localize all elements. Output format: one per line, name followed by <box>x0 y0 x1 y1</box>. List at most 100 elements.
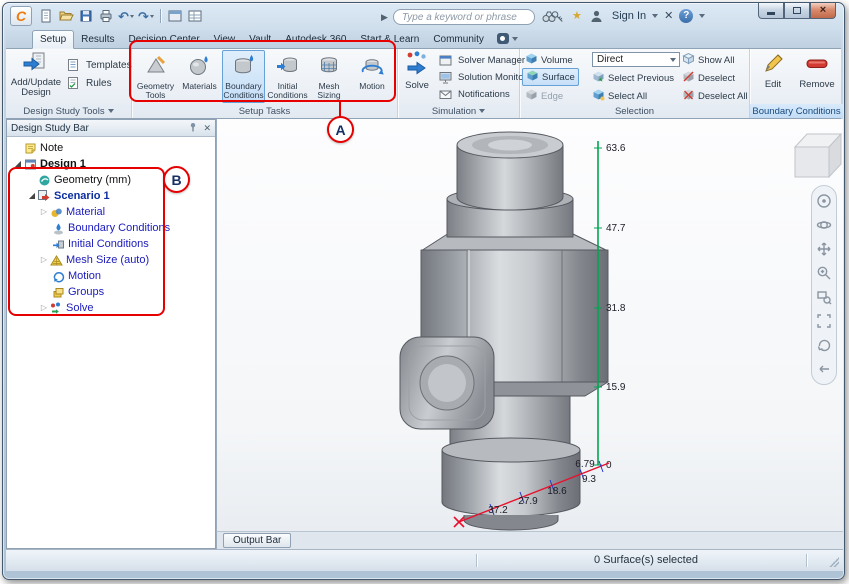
close-panel-icon[interactable]: ✕ <box>203 123 211 133</box>
maximize-button[interactable] <box>784 3 810 19</box>
tab-setup[interactable]: Setup <box>32 30 75 49</box>
open-icon[interactable] <box>57 7 75 25</box>
note-icon <box>23 141 37 155</box>
deselect-all-icon <box>682 88 695 104</box>
redo-icon[interactable]: ↷ <box>137 7 155 25</box>
favorites-star-icon[interactable]: ★ <box>572 10 582 22</box>
show-all-button[interactable]: Show All <box>682 52 734 68</box>
fit-view-icon[interactable] <box>816 313 832 329</box>
grid-view-icon[interactable] <box>186 7 204 25</box>
add-update-design-button[interactable]: Add/Update Design <box>8 50 64 98</box>
tree-item-note[interactable]: Note <box>7 140 215 156</box>
orbit-icon[interactable] <box>816 217 832 233</box>
status-bar: 0 Surface(s) selected <box>6 549 843 571</box>
title-bar: C ↶ ↷ ▶ ★ Sign In ✕ ? <box>3 3 844 30</box>
group-simulation: Solve Solver Manager Solution Monitor No… <box>398 49 527 118</box>
solve-button[interactable]: Solve <box>399 50 435 91</box>
selection-mode-value: Direct <box>597 54 624 65</box>
previous-view-icon[interactable] <box>816 361 832 377</box>
group-label-setup-tasks: Setup Tasks <box>238 105 291 117</box>
volume-label: Volume <box>541 54 573 66</box>
solution-monitor-button[interactable]: Solution Monitor <box>438 70 527 84</box>
group-label-simulation[interactable]: Simulation <box>398 104 519 118</box>
sign-in-button[interactable]: Sign In <box>612 10 646 22</box>
undo-icon[interactable]: ↶ <box>117 7 135 25</box>
zoom-window-icon[interactable] <box>816 289 832 305</box>
select-edge-toggle[interactable]: Edge <box>525 88 563 104</box>
solve-icon <box>404 50 430 79</box>
person-icon[interactable] <box>588 7 606 25</box>
add-update-design-icon <box>22 50 48 76</box>
subscription-key-icon[interactable] <box>548 7 566 25</box>
deselect-button[interactable]: Deselect <box>682 70 735 86</box>
solver-manager-button[interactable]: Solver Manager <box>438 53 525 67</box>
resize-grip[interactable] <box>829 557 839 567</box>
solver-manager-icon <box>438 53 452 67</box>
help-caret-icon[interactable] <box>699 14 706 18</box>
deselect-all-button[interactable]: Deselect All <box>682 88 748 104</box>
model-3d-valve-body[interactable] <box>399 131 609 531</box>
select-previous-label: Select Previous <box>608 72 675 84</box>
surface-label: Surface <box>542 71 575 83</box>
rules-button[interactable]: Rules <box>66 76 112 90</box>
group-label-design-study-tools[interactable]: Design Study Tools <box>6 104 131 118</box>
exchange-apps-icon[interactable]: ✕ <box>664 10 673 22</box>
infocenter: ▶ <box>381 8 558 26</box>
rotate-view-icon[interactable] <box>816 337 832 353</box>
solve-label: Solve <box>405 80 429 91</box>
tab-community[interactable]: Community <box>426 31 491 48</box>
edit-label: Edit <box>764 79 782 90</box>
notifications-button[interactable]: Notifications <box>438 87 510 101</box>
measure-label: 6.79 <box>575 459 595 470</box>
app-menu-button[interactable]: C <box>10 6 32 26</box>
surface-cube-icon <box>526 69 539 85</box>
annotation-a-callout: A <box>327 116 354 143</box>
selection-mode-dropdown[interactable]: Direct <box>592 52 680 67</box>
output-bar-button[interactable]: Output Bar <box>223 533 292 548</box>
pin-icon[interactable] <box>188 122 198 135</box>
infocenter-expand-icon[interactable]: ▶ <box>381 12 388 23</box>
select-volume-toggle[interactable]: Volume <box>525 52 573 68</box>
search-input[interactable] <box>392 9 535 25</box>
window-controls: × <box>758 3 836 19</box>
tab-results[interactable]: Results <box>74 31 121 48</box>
output-bar-strip: Output Bar <box>216 531 843 549</box>
new-document-icon[interactable] <box>37 7 55 25</box>
zoom-icon[interactable] <box>816 265 832 281</box>
select-previous-icon <box>592 70 605 86</box>
remove-icon <box>805 51 829 78</box>
sign-in-caret-icon[interactable] <box>652 14 659 18</box>
pan-icon[interactable] <box>816 241 832 257</box>
tree-label: Note <box>40 142 64 154</box>
status-separator <box>476 554 477 567</box>
templates-icon <box>66 58 80 72</box>
minimize-button[interactable] <box>758 3 784 19</box>
steering-wheel-icon[interactable] <box>816 193 832 209</box>
feedback-icon <box>496 33 509 44</box>
window-layout-icon[interactable] <box>166 7 184 25</box>
group-label-boundary-conditions: Boundary Conditions <box>750 104 843 118</box>
templates-label: Templates <box>86 59 132 71</box>
close-button[interactable]: × <box>810 3 836 19</box>
select-previous-button[interactable]: Select Previous <box>592 70 674 86</box>
group-label-selection: Selection <box>614 105 655 117</box>
edge-label: Edge <box>541 90 564 102</box>
ribbon-overflow[interactable] <box>496 33 518 48</box>
select-all-label: Select All <box>608 90 648 102</box>
group-boundary-conditions: Edit Remove Boundary Conditions <box>750 49 843 118</box>
select-surface-toggle[interactable]: Surface <box>522 68 579 86</box>
print-icon[interactable] <box>97 7 115 25</box>
templates-button[interactable]: Templates <box>66 58 132 72</box>
help-icon[interactable]: ? <box>679 9 694 23</box>
edge-cube-icon <box>525 88 538 104</box>
select-all-button[interactable]: Select All <box>592 88 647 104</box>
model-viewport[interactable]: 63.6 47.7 31.8 15.9 0 37.2 27.9 18.6 9.3… <box>216 119 843 531</box>
rules-icon <box>66 76 80 90</box>
view-cube[interactable] <box>793 132 843 179</box>
chevron-down-icon <box>479 109 486 113</box>
measure-label: 18.6 <box>547 486 567 497</box>
remove-button[interactable]: Remove <box>794 51 840 90</box>
edit-button[interactable]: Edit <box>756 51 790 90</box>
save-icon[interactable] <box>77 7 95 25</box>
design-study-bar-header[interactable]: Design Study Bar ✕ <box>7 120 215 137</box>
